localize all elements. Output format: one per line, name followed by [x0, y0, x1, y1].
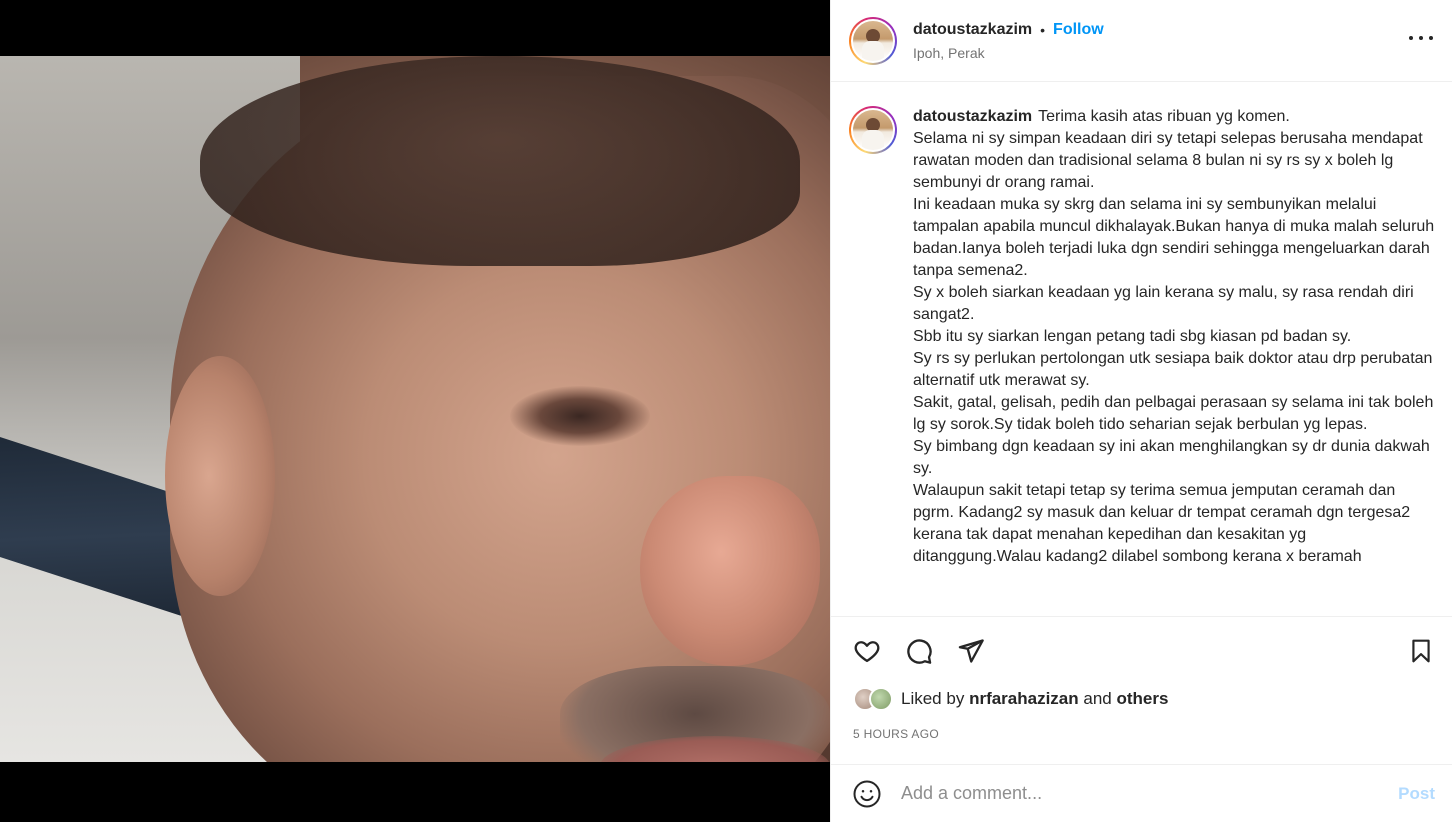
caption-line: Sy bimbang dgn keadaan sy ini akan mengh…	[913, 438, 1430, 477]
caption-avatar[interactable]	[849, 106, 897, 154]
comment-input[interactable]	[901, 783, 1399, 804]
caption-line: Selama ni sy simpan keadaan diri sy teta…	[913, 130, 1423, 191]
photo-ear	[165, 356, 275, 596]
caption-text: datoustazkazim Terima kasih atas ribuan y…	[913, 106, 1435, 616]
liked-by-prefix: Liked by	[901, 689, 965, 708]
post-comment-button[interactable]: Post	[1398, 784, 1435, 804]
post-sidebar: datoustazkazim • Follow Ipoh, Perak dato…	[830, 0, 1452, 822]
header-meta: datoustazkazim • Follow Ipoh, Perak	[913, 21, 1104, 61]
caption-line: Ini keadaan muka sy skrg dan selama ini …	[913, 196, 1435, 279]
others-link[interactable]: others	[1117, 689, 1169, 709]
post-modal: datoustazkazim • Follow Ipoh, Perak dato…	[0, 0, 1452, 822]
emoji-icon[interactable]	[851, 778, 883, 810]
liked-by-and: and	[1083, 689, 1112, 708]
post-timestamp[interactable]: 5 HOURS AGO	[853, 727, 939, 741]
more-options-icon[interactable]	[1409, 28, 1433, 48]
liker-avatar	[869, 687, 893, 711]
bookmark-icon[interactable]	[1405, 635, 1437, 667]
caption-area[interactable]: datoustazkazim Terima kasih atas ribuan y…	[831, 82, 1452, 616]
liked-by: Liked by nrfarahazizan and others	[853, 687, 1168, 711]
avatar[interactable]	[849, 16, 897, 65]
caption-line: Terima kasih atas ribuan yg komen.	[1038, 108, 1290, 125]
caption-line: Sbb itu sy siarkan lengan petang tadi sb…	[913, 328, 1352, 345]
avatar-image	[851, 18, 895, 63]
username-link[interactable]: datoustazkazim	[913, 21, 1032, 39]
photo-nose	[640, 476, 820, 666]
share-icon[interactable]	[955, 635, 987, 667]
comment-bar: Post	[831, 764, 1452, 822]
post-header: datoustazkazim • Follow Ipoh, Perak	[831, 0, 1452, 82]
caption-avatar-image	[851, 108, 895, 152]
photo-eye	[510, 386, 650, 446]
caption-line: Sakit, gatal, gelisah, pedih dan pelbaga…	[913, 394, 1434, 433]
location-link[interactable]: Ipoh, Perak	[913, 45, 1104, 61]
heart-icon[interactable]	[851, 635, 883, 667]
post-media[interactable]	[0, 0, 830, 822]
post-photo	[0, 56, 830, 762]
liker-avatars[interactable]	[853, 687, 893, 711]
action-icons	[851, 635, 987, 667]
photo-hair	[200, 56, 800, 266]
separator-dot: •	[1040, 21, 1046, 38]
caption-username[interactable]: datoustazkazim	[913, 108, 1032, 125]
caption-line: Walaupun sakit tetapi tetap sy terima se…	[913, 482, 1411, 565]
follow-button[interactable]: Follow	[1053, 21, 1104, 39]
caption-line: Sy x boleh siarkan keadaan yg lain keran…	[913, 284, 1414, 323]
comment-icon[interactable]	[903, 635, 935, 667]
caption-line: Sy rs sy perlukan pertolongan utk sesiap…	[913, 350, 1433, 389]
liker-username-link[interactable]: nrfarahazizan	[969, 689, 1079, 709]
